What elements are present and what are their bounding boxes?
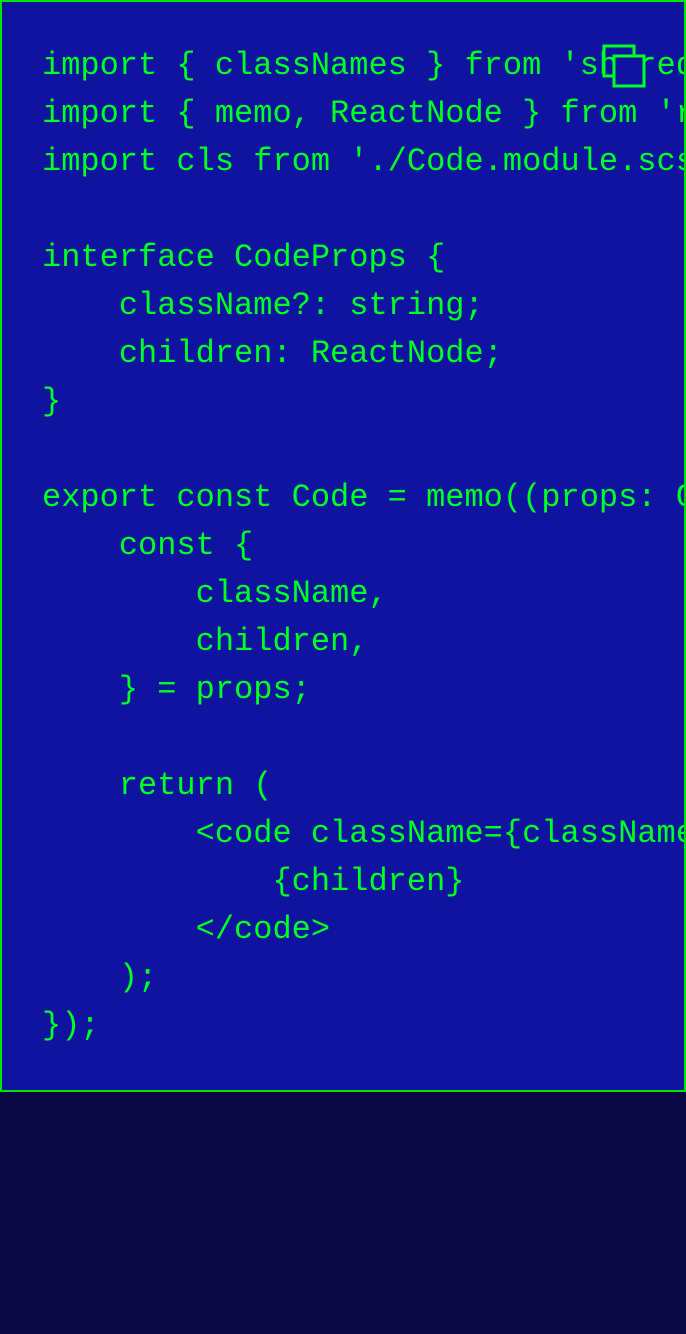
code-block: import { classNames } from 'shared/lib/c… [0, 0, 686, 1092]
copy-button[interactable] [600, 42, 648, 90]
copy-icon [602, 44, 646, 88]
code-content: import { classNames } from 'shared/lib/c… [42, 47, 684, 1044]
